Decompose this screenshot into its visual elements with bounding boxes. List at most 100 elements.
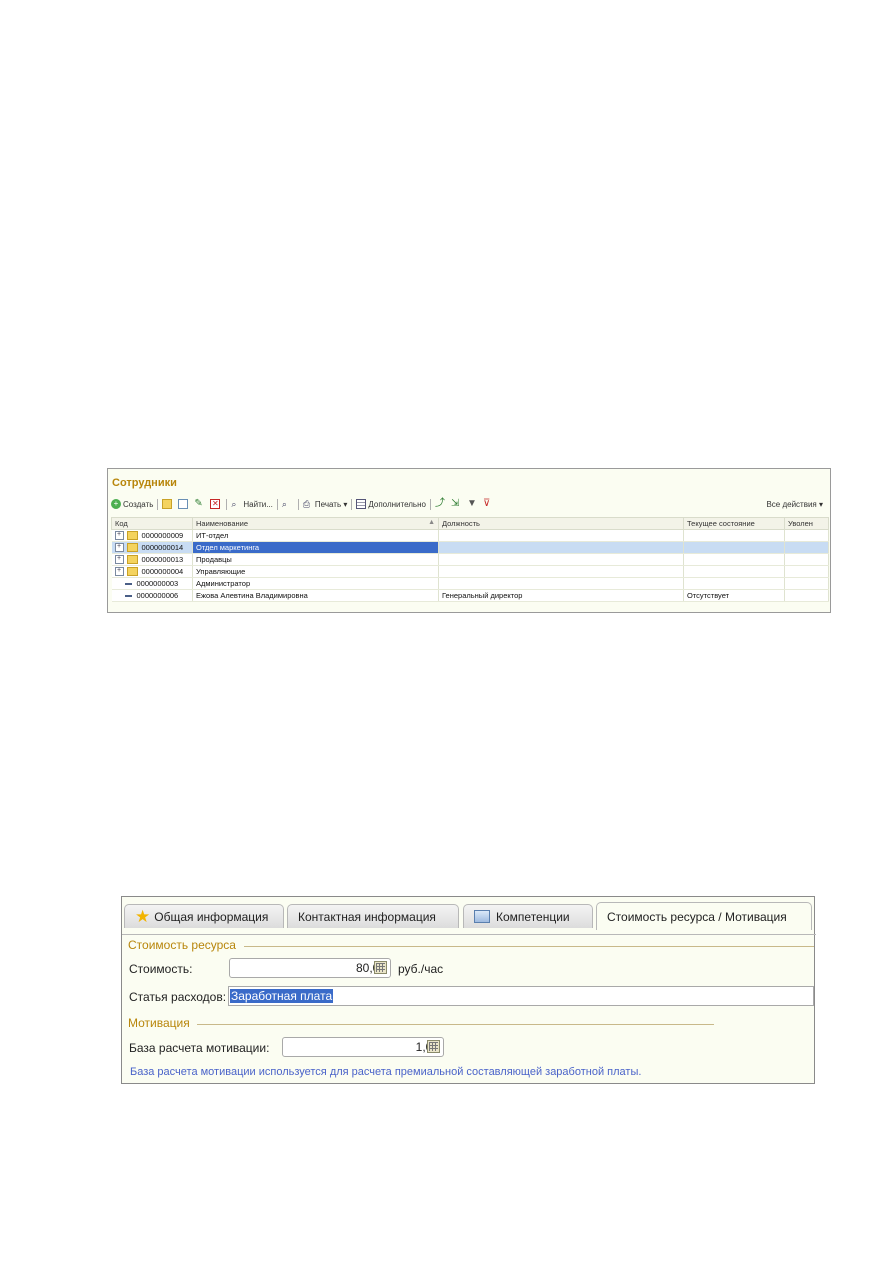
competencies-icon [474,910,490,923]
copy-icon [178,499,189,509]
chevron-down-icon: ▾ [341,499,348,509]
calculator-icon[interactable] [374,961,387,974]
expense-field[interactable]: Заработная плата [228,986,814,1006]
list-icon [356,499,367,509]
code-text: 0000000006 [136,591,179,600]
cell-name[interactable]: Администратор [192,577,439,590]
copy-button[interactable] [178,499,190,509]
cell-name[interactable]: Отдел маркетинга [192,541,439,554]
column-header-name-label: Наименование [196,519,248,528]
motivation-group-line [197,1024,714,1025]
expand-icon[interactable]: + [114,567,124,577]
move-icon: ⇲ [450,498,460,509]
cell-state[interactable] [683,565,785,578]
print-button[interactable]: ⎙ Печать ▾ [303,499,347,509]
calculator-icon[interactable] [427,1040,440,1053]
cell-name[interactable]: Продавцы [192,553,439,566]
find-button[interactable]: ⌕ Найти... [231,499,273,509]
tab-contact-info-label: Контактная информация [298,909,436,924]
cell-state[interactable] [683,553,785,566]
code-text: 0000000014 [141,542,184,552]
table-row[interactable]: 0000000003 Администратор [111,577,829,590]
tab-competencies[interactable]: Компетенции [463,904,593,928]
toolbar-separator [351,498,353,510]
cell-name[interactable]: Управляющие [192,565,439,578]
expand-icon[interactable]: + [114,555,124,565]
go-up-button[interactable]: ⤴ [435,499,447,509]
table-header-row: Код Наименование ▲ Должность Текущее сост… [111,517,829,530]
cell-code[interactable]: +0000000009 [111,529,193,542]
table-row[interactable]: +0000000013 Продавцы [111,553,829,566]
star-icon: ★ [135,907,151,926]
code-text: 0000000009 [141,530,184,540]
find-label: Найти... [243,499,273,509]
tab-general-info[interactable]: ★ Общая информация [124,904,284,928]
cell-position[interactable] [438,541,684,554]
cost-field[interactable]: 80,00 [229,958,391,978]
filter-icon: ▼ [466,498,477,509]
cell-name[interactable]: ИТ-отдел [192,529,439,542]
motivation-group-title: Мотивация [128,1016,190,1030]
cell-code[interactable]: +0000000013 [111,553,193,566]
cell-fired[interactable] [784,589,829,602]
table-row[interactable]: 0000000006 Ежова Алевтина Владимировна Г… [111,589,829,602]
cell-fired[interactable] [784,565,829,578]
sort-ascending-icon: ▲ [428,519,435,526]
tab-bar-divider [122,934,816,935]
all-actions-menu[interactable]: Все действия ▾ [766,500,823,509]
toolbar-separator [226,498,228,510]
cell-fired[interactable] [784,553,829,566]
create-group-button[interactable] [162,499,174,509]
folder-icon [126,567,138,577]
cell-position[interactable] [438,565,684,578]
expand-icon[interactable]: + [114,543,124,553]
cell-position[interactable]: Генеральный директор [438,589,684,602]
list-toolbar: + Создать ✎ ✕ ⌕ Найти... ⌕ ⎙ Печать ▾ До… [111,497,827,511]
delete-button[interactable]: ✕ [210,499,222,509]
move-to-group-button[interactable]: ⇲ [451,499,463,509]
cell-fired[interactable] [784,529,829,542]
cell-fired[interactable] [784,577,829,590]
tab-general-info-label: Общая информация [154,909,269,924]
column-header-name[interactable]: Наименование ▲ [192,517,439,530]
cell-code[interactable]: 0000000006 [111,589,193,602]
expand-icon[interactable]: + [114,531,124,541]
edit-button[interactable]: ✎ [194,499,206,509]
column-header-fired[interactable]: Уволен [784,517,829,530]
cell-position[interactable] [438,577,684,590]
table-row[interactable]: +0000000009 ИТ-отдел [111,529,829,542]
column-header-position[interactable]: Должность [438,517,684,530]
cell-state[interactable] [683,529,785,542]
clear-filter-button[interactable]: ⊽ [483,499,495,509]
tab-contact-info[interactable]: Контактная информация [287,904,459,928]
column-header-state[interactable]: Текущее состояние [683,517,785,530]
cell-state[interactable]: Отсутствует [683,589,785,602]
motivation-field[interactable]: 1,00 [282,1037,444,1057]
create-button[interactable]: + Создать [111,499,153,509]
cancel-search-button[interactable]: ⌕ [282,499,294,509]
extra-button[interactable]: Дополнительно [356,499,426,509]
column-header-code[interactable]: Код [111,517,193,530]
cell-code[interactable]: 0000000003 [111,577,193,590]
item-icon [124,583,132,586]
filter-button[interactable]: ▼ [467,499,479,509]
add-folder-icon [162,499,173,509]
code-text: 0000000013 [141,554,184,564]
table-row[interactable]: +0000000004 Управляющие [111,565,829,578]
cell-state[interactable] [683,577,785,590]
tab-resource-cost[interactable]: Стоимость ресурса / Мотивация [596,902,812,930]
code-text: 0000000003 [136,579,179,588]
cell-position[interactable] [438,529,684,542]
cell-position[interactable] [438,553,684,566]
plus-circle-icon: + [111,499,121,509]
cell-name[interactable]: Ежова Алевтина Владимировна [192,589,439,602]
cell-fired[interactable] [784,541,829,554]
cell-code[interactable]: +0000000004 [111,565,193,578]
cell-state[interactable] [683,541,785,554]
table-row-selected[interactable]: +0000000014 Отдел маркетинга [111,541,829,554]
cell-code[interactable]: +0000000014 [111,541,193,554]
extra-label: Дополнительно [368,499,426,509]
toolbar-separator [297,498,299,510]
expense-value: Заработная плата [230,989,334,1003]
arrow-folder-icon: ⤴ [434,498,445,509]
